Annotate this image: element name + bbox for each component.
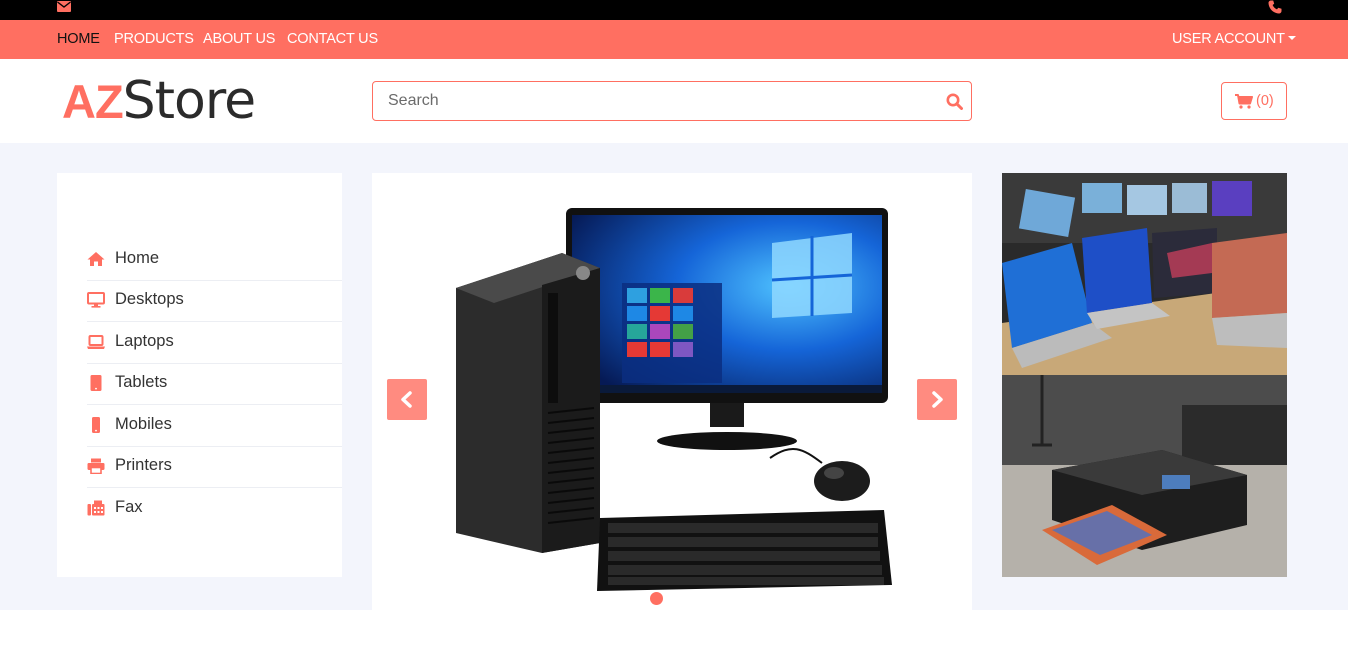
main-navbar: HOME PRODUCTS ABOUT US CONTACT US USER A… [0, 20, 1348, 59]
cart-count: (0) [1256, 93, 1274, 109]
category-sidebar: Home Desktops Laptops Tablets Mobiles Pr… [57, 173, 342, 577]
carousel-next-button[interactable] [917, 379, 957, 420]
sidebar-item-label: Desktops [115, 290, 184, 308]
top-bar [0, 0, 1348, 20]
search-box [372, 81, 972, 121]
shopping-cart-icon [1235, 94, 1253, 109]
tablet-icon [90, 375, 102, 391]
logo-store: Store [122, 71, 256, 131]
sidebar-item-label: Tablets [115, 373, 168, 391]
main-section: Home Desktops Laptops Tablets Mobiles Pr… [0, 143, 1348, 610]
sidebar-item-home[interactable]: Home [87, 239, 342, 281]
carousel-indicator[interactable] [650, 592, 663, 605]
nav-contact-link[interactable]: CONTACT US [287, 31, 378, 47]
sidebar-item-label: Laptops [115, 332, 174, 350]
chevron-left-icon [401, 391, 412, 408]
printer-icon [87, 458, 105, 474]
desktop-computer-image [456, 208, 892, 591]
laptop-icon [87, 335, 105, 349]
sidebar-item-printers[interactable]: Printers [87, 446, 342, 488]
home-icon [87, 252, 105, 266]
nav-home-link[interactable]: HOME [57, 31, 100, 47]
sidebar-item-desktops[interactable]: Desktops [87, 280, 342, 322]
cart-button[interactable]: (0) [1221, 82, 1287, 120]
sidebar-item-label: Fax [115, 498, 143, 516]
logo-az: AZ [62, 75, 124, 128]
printers-promo[interactable] [1002, 375, 1287, 577]
sidebar-item-label: Printers [115, 456, 172, 474]
site-logo[interactable]: AZStore [62, 71, 256, 131]
phone-icon[interactable] [1268, 0, 1282, 14]
hero-carousel [372, 173, 972, 610]
carousel-prev-button[interactable] [387, 379, 427, 420]
sidebar-item-fax[interactable]: Fax [87, 488, 342, 530]
envelope-icon[interactable] [57, 1, 71, 12]
sidebar-item-mobiles[interactable]: Mobiles [87, 405, 342, 447]
user-account-label: USER ACCOUNT [1172, 31, 1285, 47]
search-icon[interactable] [946, 93, 963, 110]
nav-about-link[interactable]: ABOUT US [203, 31, 275, 47]
sidebar-item-label: Home [115, 249, 160, 267]
fax-icon [87, 500, 105, 516]
page-bottom-space [0, 610, 1348, 652]
mobile-icon [92, 417, 100, 433]
laptops-promo[interactable] [1002, 173, 1287, 375]
chevron-right-icon [932, 391, 943, 408]
sidebar-item-label: Mobiles [115, 415, 172, 433]
site-header: AZStore (0) [0, 59, 1348, 143]
laptops-display-image [1002, 173, 1287, 375]
sidebar-item-laptops[interactable]: Laptops [87, 322, 342, 364]
search-input[interactable] [373, 82, 933, 120]
photo-printer-image [1002, 375, 1287, 577]
user-account-dropdown[interactable]: USER ACCOUNT [1172, 31, 1296, 47]
sidebar-item-tablets[interactable]: Tablets [87, 363, 342, 405]
desktop-icon [87, 292, 105, 308]
nav-products-link[interactable]: PRODUCTS [114, 31, 194, 47]
caret-down-icon [1287, 36, 1296, 40]
